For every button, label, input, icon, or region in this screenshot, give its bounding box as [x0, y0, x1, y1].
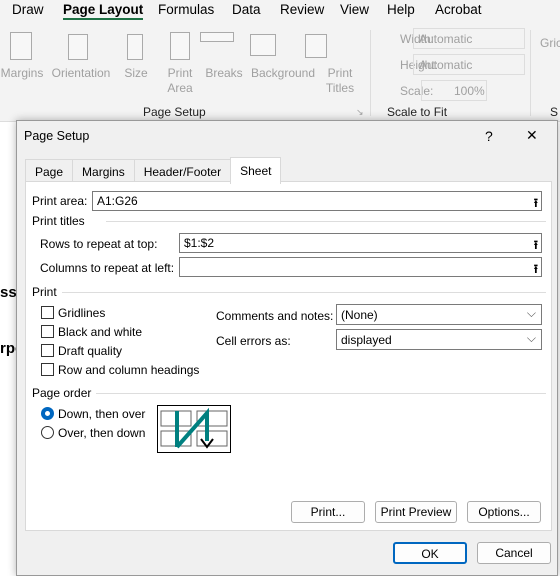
draft-quality-checkbox[interactable] [41, 344, 54, 357]
tab-view[interactable]: View [340, 1, 369, 17]
comments-select[interactable]: (None) ⌵ [336, 304, 542, 325]
rows-repeat-label: Rows to repeat at top: [40, 237, 158, 251]
print-button[interactable]: Print... [291, 501, 365, 523]
help-button[interactable]: ? [485, 128, 493, 144]
print-area-label: Print area: [32, 194, 88, 208]
background-icon [250, 34, 276, 56]
black-white-checkbox[interactable] [41, 325, 54, 338]
page-setup-group-label: Page Setup [143, 105, 206, 119]
options-button[interactable]: Options... [467, 501, 541, 523]
print-area-button[interactable]: Print Area [160, 66, 200, 96]
page-order-label: Page order [32, 386, 92, 400]
cols-repeat-label: Columns to repeat at left: [40, 261, 175, 275]
collapse-icon[interactable]: ⭱ [534, 194, 538, 215]
breaks-icon [200, 32, 234, 42]
chevron-down-icon: ⌵ [526, 306, 536, 320]
divider [62, 292, 546, 293]
print-area-icon [170, 32, 190, 60]
print-section-label: Print [32, 285, 57, 299]
background-button[interactable]: Background [248, 66, 318, 81]
breaks-button[interactable]: Breaks [204, 66, 244, 81]
dialog-launcher-icon[interactable]: ↘ [356, 107, 364, 118]
print-titles-label: Print titles [32, 214, 85, 228]
tab-data[interactable]: Data [232, 1, 261, 17]
scale-input[interactable]: 100% [421, 80, 487, 101]
black-white-label: Black and white [58, 325, 143, 339]
rows-repeat-input[interactable]: $1:$2 ⭱ [179, 233, 542, 253]
sheet-cell-text: ss [0, 284, 17, 301]
over-then-down-radio[interactable] [41, 426, 54, 439]
chevron-down-icon: ⌵ [526, 331, 536, 345]
print-area-input[interactable]: A1:G26 ⭱ [92, 191, 542, 211]
cell-errors-label: Cell errors as: [216, 334, 291, 348]
print-titles-button[interactable]: Print Titles [322, 66, 358, 96]
print-titles-icon [305, 34, 327, 58]
sheet-tab-panel: Print area: A1:G26 ⭱ Print titles Rows to… [25, 181, 552, 531]
sheet-options-group-label: S [550, 105, 559, 119]
tab-acrobat[interactable]: Acrobat [435, 1, 482, 17]
margins-icon [10, 32, 32, 60]
tab-sheet[interactable]: Sheet [230, 157, 282, 184]
page-order-preview-icon [157, 405, 231, 453]
cell-errors-value: displayed [341, 333, 392, 347]
width-select[interactable]: Automatic [413, 28, 525, 49]
down-then-over-radio[interactable] [41, 407, 54, 420]
tab-page-layout[interactable]: Page Layout [63, 1, 144, 20]
dialog-title: Page Setup [24, 129, 90, 143]
cols-repeat-input[interactable]: ⭱ [179, 257, 542, 277]
scale-to-fit-group-label: Scale to Fit [387, 105, 448, 119]
tab-review[interactable]: Review [280, 1, 324, 17]
tab-help[interactable]: Help [387, 1, 415, 17]
divider [530, 30, 531, 116]
collapse-icon[interactable]: ⭱ [534, 260, 538, 281]
comments-label: Comments and notes: [216, 309, 334, 323]
close-icon[interactable]: ✕ [526, 127, 538, 144]
margins-button[interactable]: Margins [0, 66, 44, 81]
cell-errors-select[interactable]: displayed ⌵ [336, 329, 542, 350]
divider [106, 221, 546, 222]
gridlines-checkbox[interactable] [41, 306, 54, 319]
orientation-button[interactable]: Orientation [48, 66, 114, 81]
tab-draw[interactable]: Draw [12, 1, 44, 17]
collapse-icon[interactable]: ⭱ [534, 236, 538, 257]
size-icon [127, 34, 143, 60]
comments-value: (None) [341, 308, 378, 322]
ok-button[interactable]: OK [393, 542, 467, 564]
gridlines-label: Gric [540, 36, 560, 50]
divider [96, 393, 546, 394]
draft-quality-label: Draft quality [58, 344, 123, 358]
rows-repeat-value: $1:$2 [184, 236, 215, 250]
ribbon: Margins Orientation Size Print Area Brea… [0, 22, 560, 122]
size-button[interactable]: Size [118, 66, 154, 81]
over-then-down-label: Over, then down [58, 426, 146, 440]
ribbon-tabs: Draw Page Layout Formulas Data Review Vi… [0, 0, 560, 22]
row-col-headings-label: Row and column headings [58, 363, 200, 377]
gridlines-label: Gridlines [58, 306, 106, 320]
divider [370, 30, 371, 116]
cancel-button[interactable]: Cancel [477, 542, 551, 564]
print-preview-button[interactable]: Print Preview [375, 501, 457, 523]
row-col-headings-checkbox[interactable] [41, 363, 54, 376]
print-area-value: A1:G26 [97, 194, 138, 208]
down-then-over-label: Down, then over [58, 407, 146, 421]
tab-formulas[interactable]: Formulas [158, 1, 214, 17]
orientation-icon [68, 34, 88, 60]
page-setup-dialog: Page Setup ? ✕ Page Margins Header/Foote… [16, 120, 558, 576]
height-select[interactable]: Automatic [413, 54, 525, 75]
